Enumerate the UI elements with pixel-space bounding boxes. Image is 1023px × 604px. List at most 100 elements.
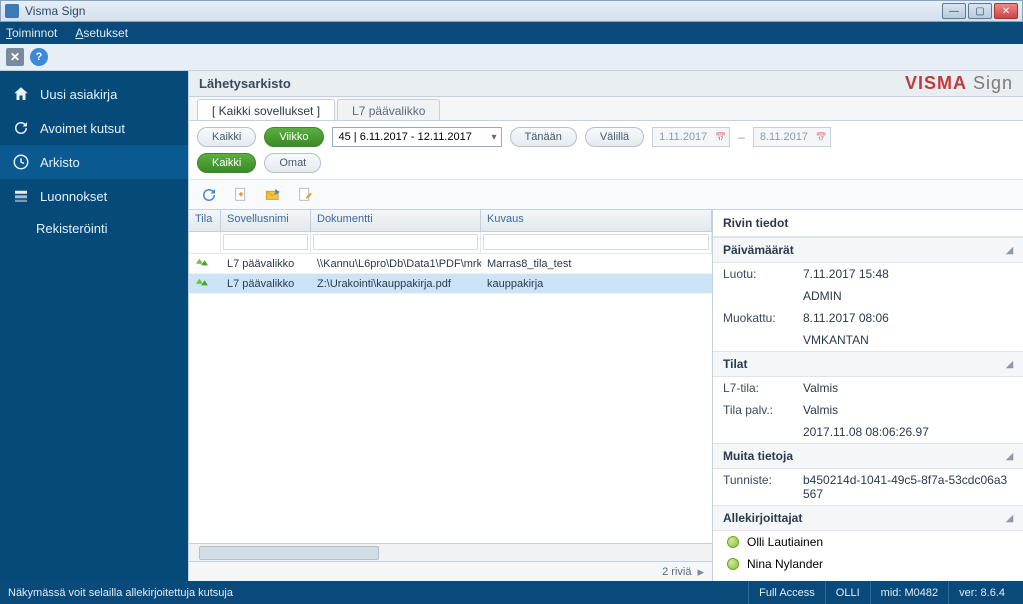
filter-viikko-button[interactable]: Viikko (264, 127, 323, 147)
label-luotu: Luotu: (723, 267, 803, 281)
refresh-icon (12, 119, 30, 137)
signer-name: Olli Lautiainen (747, 535, 823, 549)
menu-asetukset[interactable]: Asetukset (75, 26, 128, 40)
column-header-kuvaus[interactable]: Kuvaus (481, 210, 712, 231)
clock-icon (12, 153, 30, 171)
window-titlebar: Visma Sign — ▢ ✕ (0, 0, 1023, 22)
filter-input-sovellusnimi[interactable] (223, 234, 308, 250)
toolstrip: ✕ ? (0, 44, 1023, 71)
filter-omat-button[interactable]: Omat (264, 153, 321, 173)
filter-input-kuvaus[interactable] (483, 234, 709, 250)
value-luotu-user: ADMIN (803, 289, 1013, 303)
data-grid: Tila Sovellusnimi Dokumentti Kuvaus L7 p… (189, 210, 713, 581)
status-mid: mid: M0482 (870, 581, 948, 604)
signer-status-icon (727, 536, 739, 548)
refresh-icon (200, 186, 218, 204)
filter-tanaan-button[interactable]: Tänään (510, 127, 577, 147)
help-button[interactable]: ? (30, 48, 48, 66)
close-tab-button[interactable]: ✕ (6, 48, 24, 66)
grid-filter-row (189, 232, 712, 254)
section-header-paivamaarat[interactable]: Päivämäärät◢ (713, 237, 1023, 263)
sidebar-item-label: Avoimet kutsut (40, 121, 125, 136)
app-icon (5, 4, 19, 18)
sidebar-item-rekisterointi[interactable]: Rekisteröinti (0, 213, 188, 244)
grid-header: Tila Sovellusnimi Dokumentti Kuvaus (189, 210, 712, 232)
brand-logo: VISMA Sign (905, 73, 1013, 94)
sidebar-item-label: Luonnokset (40, 189, 107, 204)
collapse-icon: ◢ (1006, 513, 1013, 524)
sidebar-item-label: Arkisto (40, 155, 80, 170)
status-access: Full Access (748, 581, 825, 604)
grid-footer: 2 riviä ▸ (189, 561, 712, 581)
cell-app: L7 päävalikko (221, 278, 311, 290)
collapse-icon: ◢ (1006, 451, 1013, 462)
status-ok-icon (195, 256, 209, 268)
stack-icon (12, 187, 30, 205)
section-header-muita[interactable]: Muita tietoja◢ (713, 443, 1023, 469)
grid-body: L7 päävalikko \\Kannu\L6pro\Db\Data1\PDF… (189, 254, 712, 543)
sidebar-item-avoimet-kutsut[interactable]: Avoimet kutsut (0, 111, 188, 145)
details-title: Rivin tiedot (713, 210, 1023, 237)
send-mail-button[interactable] (261, 183, 285, 207)
signer-name: Nina Nylander (747, 557, 823, 571)
filter-valilla-button[interactable]: Välillä (585, 127, 644, 147)
content-area: Lähetysarkisto VISMA Sign [ Kaikki sovel… (188, 71, 1023, 581)
new-document-button[interactable] (229, 183, 253, 207)
window-close-button[interactable]: ✕ (994, 3, 1018, 19)
filter-kaikki2-button[interactable]: Kaikki (197, 153, 256, 173)
collapse-icon: ◢ (1006, 245, 1013, 256)
sidebar-item-arkisto[interactable]: Arkisto (0, 145, 188, 179)
value-muokattu-user: VMKANTAN (803, 333, 1013, 347)
tab-l7-paavalikko[interactable]: L7 päävalikko (337, 99, 440, 120)
filter-input-dokumentti[interactable] (313, 234, 478, 250)
column-header-dokumentti[interactable]: Dokumentti (311, 210, 481, 231)
section-header-tilat[interactable]: Tilat◢ (713, 351, 1023, 377)
cell-desc: kauppakirja (481, 278, 712, 290)
status-version: ver: 8.6.4 (948, 581, 1015, 604)
date-to-input[interactable]: 8.11.2017 (753, 127, 831, 147)
menubar: Toiminnot Asetukset (0, 22, 1023, 44)
section-header-allekirjoittajat[interactable]: Allekirjoittajat◢ (713, 505, 1023, 531)
date-from-input[interactable]: 1.11.2017 (652, 127, 730, 147)
label-l7-tila: L7-tila: (723, 381, 803, 395)
edit-document-button[interactable] (293, 183, 317, 207)
maximize-button[interactable]: ▢ (968, 3, 992, 19)
window-title: Visma Sign (25, 4, 942, 18)
sidebar: Uusi asiakirja Avoimet kutsut Arkisto Lu… (0, 71, 188, 581)
status-bar: Näkymässä voit selailla allekirjoitettuj… (0, 581, 1023, 604)
cell-doc: \\Kannu\L6pro\Db\Data1\PDF\mrkarhu4.p (311, 258, 481, 270)
document-plus-icon (232, 186, 250, 204)
filter-bar: Kaikki Viikko 45 | 6.11.2017 - 12.11.201… (189, 121, 1023, 180)
column-header-tila[interactable]: Tila (189, 210, 221, 231)
tabs: [ Kaikki sovellukset ] L7 päävalikko (189, 97, 1023, 121)
tab-kaikki-sovellukset[interactable]: [ Kaikki sovellukset ] (197, 99, 335, 120)
value-tila-palv: Valmis (803, 403, 1013, 417)
menu-toiminnot[interactable]: Toiminnot (6, 26, 57, 40)
row-count: 2 riviä (662, 566, 691, 578)
content-header: Lähetysarkisto VISMA Sign (189, 71, 1023, 97)
label-tunniste: Tunniste: (723, 473, 803, 501)
label-tila-palv: Tila palv.: (723, 403, 803, 417)
refresh-grid-button[interactable] (197, 183, 221, 207)
cell-app: L7 päävalikko (221, 258, 311, 270)
value-muokattu: 8.11.2017 08:06 (803, 311, 1013, 325)
value-tunniste: b450214d-1041-49c5-8f7a-53cdc06a3567 (803, 473, 1013, 501)
status-message: Näkymässä voit selailla allekirjoitettuj… (8, 587, 233, 599)
date-range-dash: – (738, 130, 745, 144)
sidebar-item-label: Uusi asiakirja (40, 87, 117, 102)
expand-grid-button[interactable]: ▸ (697, 564, 704, 580)
signer-row: Nina Nylander (713, 553, 1023, 575)
table-row[interactable]: L7 päävalikko Z:\Urakointi\kauppakirja.p… (189, 274, 712, 294)
signer-row: Olli Lautiainen (713, 531, 1023, 553)
column-header-sovellusnimi[interactable]: Sovellusnimi (221, 210, 311, 231)
sidebar-item-uusi-asiakirja[interactable]: Uusi asiakirja (0, 77, 188, 111)
signer-status-icon (727, 558, 739, 570)
grid-horizontal-scrollbar[interactable] (189, 543, 712, 561)
sidebar-item-luonnokset[interactable]: Luonnokset (0, 179, 188, 213)
label-muokattu: Muokattu: (723, 311, 803, 325)
filter-kaikki-button[interactable]: Kaikki (197, 127, 256, 147)
table-row[interactable]: L7 päävalikko \\Kannu\L6pro\Db\Data1\PDF… (189, 254, 712, 274)
week-select[interactable]: 45 | 6.11.2017 - 12.11.2017 (332, 127, 502, 147)
minimize-button[interactable]: — (942, 3, 966, 19)
status-user: OLLI (825, 581, 870, 604)
